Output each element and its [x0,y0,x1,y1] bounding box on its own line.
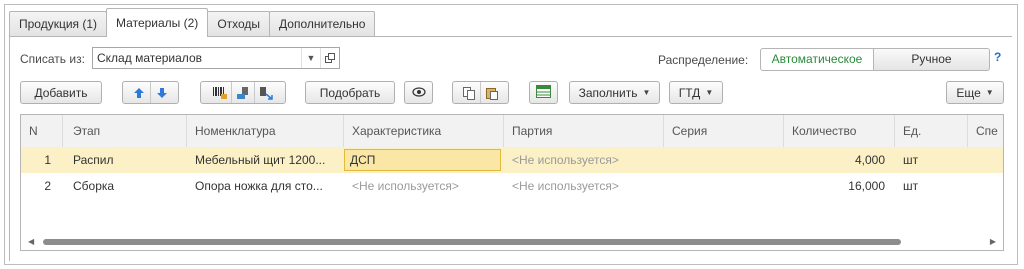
scroll-right-icon[interactable]: ▶ [990,237,996,246]
copy-icon[interactable] [458,82,480,103]
cell-series[interactable] [664,173,784,199]
gtd-button[interactable]: ГТД ▼ [669,81,723,104]
column-header-characteristic[interactable]: Характеристика [344,115,504,147]
cell-characteristic[interactable]: ДСП [344,149,501,171]
cell-batch[interactable]: <Не используется> [504,147,664,173]
write-off-field[interactable]: Склад материалов ▼ [92,47,340,69]
cell-n: 2 [44,179,51,193]
gtd-button-label: ГТД [678,85,701,100]
cell-nomenclature[interactable]: Мебельный щит 1200... [187,147,344,173]
paste-icon[interactable] [481,82,503,103]
cell-characteristic[interactable]: <Не используется> [344,173,504,199]
scroll-left-icon[interactable]: ◀ [28,237,34,246]
help-icon[interactable]: ? [994,50,1001,64]
distribution-auto-button[interactable]: Автоматическое [760,48,874,71]
more-button[interactable]: Еще ▼ [946,81,1004,104]
tab-bar: Продукция (1) Материалы (2) Отходы Допол… [9,8,376,37]
cell-spec[interactable] [968,147,1003,173]
clipboard-buttons [452,81,509,104]
tab-additional[interactable]: Дополнительно [269,11,376,36]
chevron-down-icon: ▼ [642,88,651,97]
chevron-down-icon: ▼ [985,88,994,97]
table-icon [536,84,551,101]
fill-button[interactable]: Заполнить ▼ [569,81,660,104]
column-header-spec[interactable]: Спе [968,115,1003,147]
write-off-value[interactable]: Склад материалов [93,51,301,65]
tab-waste[interactable]: Отходы [207,11,271,36]
cell-quantity[interactable]: 16,000 [784,173,895,199]
column-header-unit[interactable]: Ед. [895,115,968,147]
column-header-stage[interactable]: Этап [63,115,187,147]
distribution-label: Распределение: [658,53,749,67]
cell-unit[interactable]: шт [895,173,968,199]
distribution-switch: Автоматическое Ручное [760,48,990,71]
table-row[interactable]: 1 Распил Мебельный щит 1200... ДСП <Не и… [21,147,1003,173]
column-header-n[interactable]: N [21,115,63,147]
move-up-icon[interactable] [128,82,150,103]
cell-series[interactable] [664,147,784,173]
table-row[interactable]: 2 Сборка Опора ножка для сто... <Не испо… [21,173,1003,199]
cell-unit[interactable]: шт [895,147,968,173]
cell-quantity[interactable]: 4,000 [784,147,895,173]
scrollbar-thumb[interactable] [43,239,901,245]
add-button[interactable]: Добавить [20,81,102,104]
chevron-down-icon: ▼ [705,88,714,97]
scan-buttons [200,81,286,104]
column-header-series[interactable]: Серия [664,115,784,147]
dropdown-icon[interactable]: ▼ [301,48,320,68]
cell-n: 1 [44,153,51,167]
write-off-label: Списать из: [20,52,85,66]
data-terminal-icon[interactable] [255,82,277,103]
scanner-icon[interactable] [232,82,254,103]
cell-stage[interactable]: Сборка [63,173,187,199]
move-buttons [122,81,179,104]
cell-stage[interactable]: Распил [63,147,187,173]
distribution-manual-button[interactable]: Ручное [874,48,990,71]
fill-button-label: Заполнить [578,85,638,100]
move-down-icon[interactable] [151,82,173,103]
barcode-icon[interactable] [209,82,231,103]
view-button[interactable] [404,81,433,104]
open-icon[interactable] [320,48,339,68]
cell-spec[interactable] [968,173,1003,199]
column-header-batch[interactable]: Партия [504,115,664,147]
table-view-button[interactable] [529,81,558,104]
pick-button[interactable]: Подобрать [305,81,395,104]
cell-batch[interactable]: <Не используется> [504,173,664,199]
column-header-nomenclature[interactable]: Номенклатура [187,115,344,147]
column-header-quantity[interactable]: Количество [784,115,895,147]
tab-products[interactable]: Продукция (1) [9,11,108,36]
tab-materials[interactable]: Материалы (2) [106,8,209,37]
cell-nomenclature[interactable]: Опора ножка для сто... [187,173,344,199]
table-header: N Этап Номенклатура Характеристика Парти… [21,115,1003,148]
more-button-label: Еще [956,85,981,100]
eye-icon [411,86,426,100]
materials-table[interactable]: N Этап Номенклатура Характеристика Парти… [20,114,1004,251]
horizontal-scrollbar[interactable]: ◀ ▶ [21,234,1003,250]
